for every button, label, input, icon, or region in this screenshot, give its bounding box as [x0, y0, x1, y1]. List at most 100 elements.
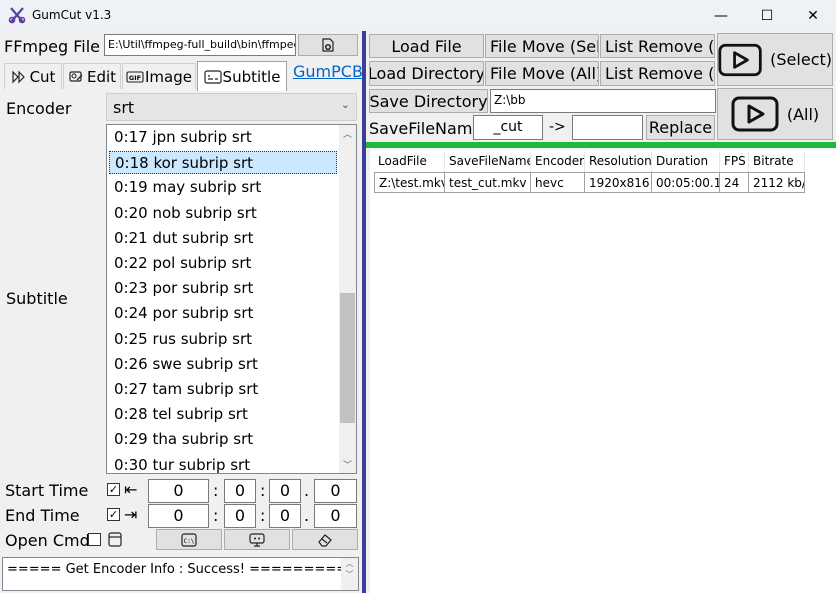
end-second-input[interactable]: 0 — [269, 504, 301, 528]
list-item[interactable]: 0:24 por subrip srt — [109, 302, 337, 325]
edit-icon — [68, 69, 84, 85]
column-header[interactable]: Encoder — [531, 151, 585, 172]
monitor-button[interactable] — [224, 529, 290, 550]
end-minute-input[interactable]: 0 — [224, 504, 256, 528]
save-suffix-from-input[interactable]: _cut — [473, 115, 543, 140]
cut-icon — [11, 69, 27, 85]
list-item[interactable]: 0:29 tha subrip srt — [109, 428, 337, 451]
list-item[interactable]: 0:23 por subrip srt — [109, 277, 337, 300]
tab-cut[interactable]: Cut — [4, 63, 62, 89]
maximize-button[interactable]: ☐ — [744, 0, 790, 31]
run-all-button[interactable]: (All) — [717, 88, 833, 140]
start-time-checkbox[interactable]: ✓ — [107, 483, 120, 496]
window-title: GumCut v1.3 — [32, 8, 112, 22]
ffmpeg-file-label: FFmpeg File — [4, 37, 101, 56]
list-remove-select-button[interactable]: List Remove (Select) — [600, 34, 715, 58]
file-list-grid[interactable]: LoadFile SaveFileName Encoder Resolution Dur… — [370, 150, 836, 593]
chevron-down-icon: ⌄ — [340, 98, 350, 111]
terminal-icon: C:\ — [181, 532, 197, 547]
file-move-all-button[interactable]: File Move (All) — [485, 61, 599, 86]
tab-subtitle[interactable]: Subtitle — [197, 61, 287, 91]
column-header[interactable]: FPS — [720, 151, 749, 172]
start-time-label: Start Time — [5, 481, 89, 500]
list-item[interactable]: 0:20 nob subrip srt — [109, 202, 337, 225]
tab-edit[interactable]: Edit — [63, 63, 121, 89]
list-item[interactable]: 0:19 may subrip srt — [109, 176, 337, 199]
svg-text:C:\: C:\ — [184, 538, 195, 545]
go-to-start-icon: ⇤ — [124, 480, 138, 499]
play-icon — [718, 43, 762, 76]
window-icon — [107, 530, 123, 552]
save-suffix-to-input[interactable] — [572, 115, 643, 140]
go-to-end-icon: ⇥ — [124, 505, 138, 524]
folder-add-icon — [322, 38, 334, 52]
column-header[interactable]: Duration — [652, 151, 720, 172]
start-second-input[interactable]: 0 — [269, 479, 301, 503]
scroll-down-icon[interactable]: ﹀ — [339, 456, 356, 473]
eraser-icon — [318, 533, 332, 547]
table-row[interactable]: Z:\test.mkv test_cut.mkv hevc 1920x816 00:05… — [374, 172, 805, 193]
save-directory-field[interactable]: Z:\bb — [490, 89, 716, 113]
end-hour-input[interactable]: 0 — [148, 504, 209, 528]
time-separator: : — [260, 506, 266, 525]
title-bar: GumCut v1.3 — ☐ ✕ — [0, 0, 836, 31]
column-header[interactable]: LoadFile — [374, 151, 445, 172]
list-item[interactable]: 0:17 jpn subrip srt — [109, 126, 337, 149]
open-cmd-label: Open Cmd — [5, 531, 90, 550]
list-item[interactable]: 0:27 tam subrip srt — [109, 378, 337, 401]
replace-button[interactable]: Replace — [646, 115, 715, 140]
log-output[interactable]: ===== Get Encoder Info : Success! ======… — [2, 557, 359, 591]
play-icon — [731, 96, 779, 132]
scroll-up-icon[interactable]: ︿ — [339, 125, 356, 142]
ffmpeg-path-field[interactable]: E:\Util\ffmpeg-full_build\bin\ffmpeg.exe — [104, 34, 296, 56]
save-directory-button[interactable]: Save Directory — [369, 89, 488, 113]
end-time-checkbox[interactable]: ✓ — [107, 508, 120, 521]
replace-arrow: -> — [549, 119, 566, 135]
subtitle-icon — [203, 69, 222, 85]
load-directory-button[interactable]: Load Directory — [369, 61, 484, 86]
tab-image[interactable]: GIF Image — [122, 63, 196, 89]
time-separator: . — [304, 481, 310, 500]
list-item[interactable]: 0:21 dut subrip srt — [109, 227, 337, 250]
list-remove-all-button[interactable]: List Remove (All) — [600, 61, 715, 86]
table-cell: 1920x816 — [585, 172, 652, 193]
scrollbar-thumb[interactable] — [340, 293, 355, 423]
table-cell: 00:05:00.12 — [652, 172, 720, 193]
end-ms-input[interactable]: 0 — [314, 504, 357, 528]
column-header[interactable]: SaveFileName — [445, 151, 531, 172]
table-cell: hevc — [531, 172, 585, 193]
close-button[interactable]: ✕ — [790, 0, 836, 31]
list-item[interactable]: 0:28 tel subrip srt — [109, 403, 337, 426]
column-header[interactable]: Bitrate — [749, 151, 805, 172]
time-separator: : — [213, 481, 219, 500]
list-item[interactable]: 0:18 kor subrip srt — [109, 151, 337, 175]
list-item[interactable]: 0:22 pol subrip srt — [109, 252, 337, 275]
list-item[interactable]: 0:30 tur subrip srt — [109, 454, 337, 473]
encoder-label: Encoder — [6, 99, 72, 118]
subtitle-label: Subtitle — [6, 289, 68, 308]
list-item[interactable]: 0:26 swe subrip srt — [109, 353, 337, 376]
subtitle-scrollbar[interactable]: ︿ ﹀ — [339, 125, 356, 473]
log-scrollbar[interactable]: ︿ ﹀ — [341, 558, 358, 590]
time-separator: . — [304, 506, 310, 525]
run-select-button[interactable]: (Select) — [717, 33, 833, 86]
start-ms-input[interactable]: 0 — [314, 479, 357, 503]
scissors-app-icon — [8, 6, 26, 24]
column-header[interactable]: Resolution — [585, 151, 652, 172]
cmd-button[interactable]: C:\ — [156, 529, 222, 550]
end-time-label: End Time — [5, 506, 80, 525]
time-separator: : — [260, 481, 266, 500]
list-item[interactable]: 0:25 rus subrip srt — [109, 328, 337, 351]
file-move-select-button[interactable]: File Move (Select) — [485, 34, 599, 58]
open-cmd-checkbox[interactable] — [88, 533, 101, 546]
browse-ffmpeg-button[interactable] — [298, 34, 358, 56]
start-hour-input[interactable]: 0 — [148, 479, 209, 503]
save-file-name-label: SaveFileName — [369, 119, 483, 138]
load-file-button[interactable]: Load File — [369, 34, 484, 58]
subtitle-listbox[interactable]: 0:30 tur subrip srt 0:29 tha subrip srt 0:… — [106, 124, 357, 474]
gumpcb-link[interactable]: GumPCB — [293, 62, 363, 81]
minimize-button[interactable]: — — [698, 0, 744, 31]
encoder-select[interactable]: srt ⌄ — [106, 93, 357, 121]
start-minute-input[interactable]: 0 — [224, 479, 256, 503]
clear-log-button[interactable] — [292, 529, 358, 550]
